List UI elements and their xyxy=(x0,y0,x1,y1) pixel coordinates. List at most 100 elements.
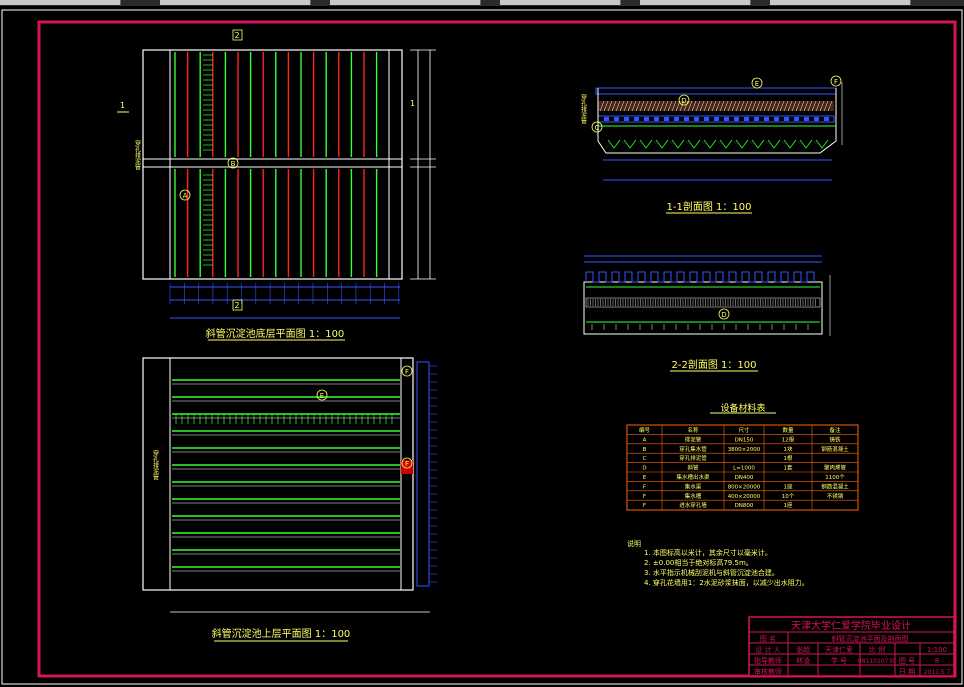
table-cell: B xyxy=(643,447,647,453)
callout-b: B xyxy=(231,160,236,168)
toolbar-tab[interactable] xyxy=(500,0,621,5)
support-block xyxy=(794,117,799,121)
support-block xyxy=(704,117,709,121)
table-cell: DN400 xyxy=(735,475,754,481)
note-item: 3. 水平指示机械刮泥机与斜管沉淀池合建。 xyxy=(644,568,779,577)
toolbar-tab[interactable] xyxy=(640,0,751,5)
notes-heading: 说明 xyxy=(627,539,641,548)
support-block xyxy=(604,117,609,121)
top-slab xyxy=(595,87,837,95)
callout-f: F xyxy=(405,368,409,376)
outlet-channel xyxy=(416,361,430,587)
table-cell: 12根 xyxy=(782,435,795,443)
sludge-hopper xyxy=(783,139,797,149)
section-marker-1-left: 1 xyxy=(120,101,125,110)
table-cell: 400×20000 xyxy=(728,494,761,500)
section-2-2-view: D 2-2剖面图 1：100 xyxy=(583,255,831,372)
note-item: 2. ±0.00相当于绝对标高79.5m。 xyxy=(644,558,753,567)
toolbar-tab[interactable] xyxy=(330,0,481,5)
sludge-hopper xyxy=(815,139,829,149)
sludge-hopper xyxy=(671,139,685,149)
materials-title: 设备材料表 xyxy=(720,402,765,414)
callout-f2: F xyxy=(405,460,409,468)
support-block xyxy=(674,117,679,121)
support-block xyxy=(774,117,779,121)
diffuser-ticks xyxy=(203,54,213,266)
sludge-pipes xyxy=(174,52,378,277)
callout-d: D xyxy=(721,311,726,319)
top-plan-title: 斜管沉淀池上层平面图 1：100 xyxy=(212,627,351,640)
table-cell: 1座 xyxy=(784,501,793,509)
support-block xyxy=(744,117,749,121)
sludge-hopper xyxy=(655,139,669,149)
table-cell: 集水槽出水渠 xyxy=(676,473,710,481)
tb-label: 指导教师 xyxy=(754,656,782,665)
table-cell: 800×20000 xyxy=(728,484,761,490)
table-cell: 1座 xyxy=(784,482,793,490)
school-title: 天津大学仁爱学院毕业设计 xyxy=(791,619,911,632)
toolbar-tab[interactable] xyxy=(160,0,311,5)
sludge-hopper xyxy=(735,139,749,149)
tb-label: 学 号 xyxy=(831,656,847,665)
support-block xyxy=(624,117,629,121)
support-block xyxy=(814,117,819,121)
dimension-ticks xyxy=(169,283,400,304)
sludge-hoppers xyxy=(607,139,829,149)
table-cell: 1块 xyxy=(784,445,793,453)
top-plan-view: E F F 穿孔排泥管 斜管沉淀池上层平面图 1：100 xyxy=(142,357,437,642)
table-header-cell: 名称 xyxy=(687,426,699,434)
callout-e: E xyxy=(320,392,324,400)
title-block: 天津大学仁爱学院毕业设计 图 名 斜管沉淀池平面及剖面图 设 计 人 张超 天津… xyxy=(748,616,955,677)
tb-value: 天津仁爱 xyxy=(825,645,853,654)
tb-label: 审核教师 xyxy=(754,667,782,676)
tb-value: 张超 xyxy=(796,645,810,654)
table-cell: 10个 xyxy=(782,493,795,500)
section-marker-2-top: 2 xyxy=(234,31,239,40)
sludge-hopper xyxy=(687,139,701,149)
table-cell: 集水槽 xyxy=(685,492,702,500)
inlet-fins xyxy=(175,414,393,424)
tank-section-outline xyxy=(583,281,823,335)
table-cell: 穿孔排泥管 xyxy=(679,454,707,462)
side-label-top: 穿孔排泥管 xyxy=(152,449,159,481)
tb-label: 设 计 人 xyxy=(755,645,780,654)
bottom-plan-title: 斜管沉淀池底层平面图 1：100 xyxy=(206,327,345,340)
table-cell: F xyxy=(643,484,646,490)
table-cell: 穿孔集水管 xyxy=(679,445,707,453)
section-1-1-title: 1-1剖面图 1：100 xyxy=(667,200,752,213)
sludge-hopper xyxy=(719,139,733,149)
callout-a: A xyxy=(183,192,188,200)
support-dots xyxy=(604,117,829,121)
bottom-ticks xyxy=(591,324,809,330)
section-marker-2-bottom: 2 xyxy=(234,301,239,310)
table-cell: 聚丙烯管 xyxy=(824,464,847,472)
side-label-bottom: 穿孔排泥管 xyxy=(134,139,141,171)
table-cell: 进水穿孔墙 xyxy=(679,501,707,509)
collection-trough-profile xyxy=(585,271,815,283)
callout-e: E xyxy=(755,80,759,88)
table-cell: L=1000 xyxy=(733,466,755,472)
tb-value: 2011.5.7 xyxy=(924,669,951,676)
toolbar-tab[interactable] xyxy=(770,0,911,5)
section-2-2-title: 2-2剖面图 1：100 xyxy=(672,358,757,371)
side-label-section: 穿孔排泥管 xyxy=(580,93,587,125)
table-cell: A xyxy=(643,437,647,443)
sludge-hopper xyxy=(799,139,813,149)
support-block xyxy=(684,117,689,121)
support-block xyxy=(634,117,639,121)
toolbar-tab[interactable] xyxy=(0,0,121,5)
outlet-channel-ticks xyxy=(429,365,437,583)
table-cell: 不锈钢 xyxy=(827,492,844,500)
table-cell: DN800 xyxy=(735,503,754,509)
support-block xyxy=(644,117,649,121)
tank-outline xyxy=(142,49,403,280)
tb-value: 8 xyxy=(935,657,939,665)
table-cell: C xyxy=(643,456,647,462)
table-cell: 3800×2000 xyxy=(728,447,761,453)
notes-block: 说明 1. 本图标高以米计，其余尺寸以毫米计。 2. ±0.00相当于绝对标高7… xyxy=(627,539,809,587)
cad-drawing-canvas[interactable]: 2 2 1 1 A B 穿孔排泥管 斜管沉淀池底层平面图 1：100 E F F… xyxy=(0,6,964,687)
table-cell: F xyxy=(643,503,646,509)
support-block xyxy=(614,117,619,121)
sludge-hopper xyxy=(607,139,621,149)
sludge-hopper xyxy=(751,139,765,149)
